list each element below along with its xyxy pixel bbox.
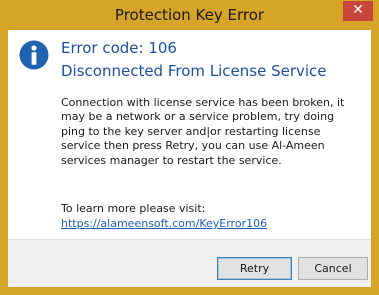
retry-button[interactable]: Retry	[217, 257, 292, 280]
dialog-window: Protection Key Error ✕ Error code: 106 D…	[0, 0, 379, 295]
close-button[interactable]: ✕	[343, 1, 373, 21]
dialog-content: Error code: 106 Disconnected From Licens…	[8, 30, 371, 287]
help-link[interactable]: https://alameensoft.com/KeyError106	[61, 217, 267, 230]
info-icon	[19, 40, 49, 70]
error-code-heading: Error code: 106	[61, 39, 177, 57]
learn-more-label: To learn more please visit:	[61, 202, 206, 215]
error-message: Connection with license service has been…	[61, 96, 345, 167]
error-title-heading: Disconnected From License Service	[61, 62, 327, 80]
window-title: Protection Key Error	[114, 6, 265, 24]
cancel-button[interactable]: Cancel	[298, 257, 368, 280]
title-bar[interactable]: Protection Key Error ✕	[0, 0, 379, 30]
